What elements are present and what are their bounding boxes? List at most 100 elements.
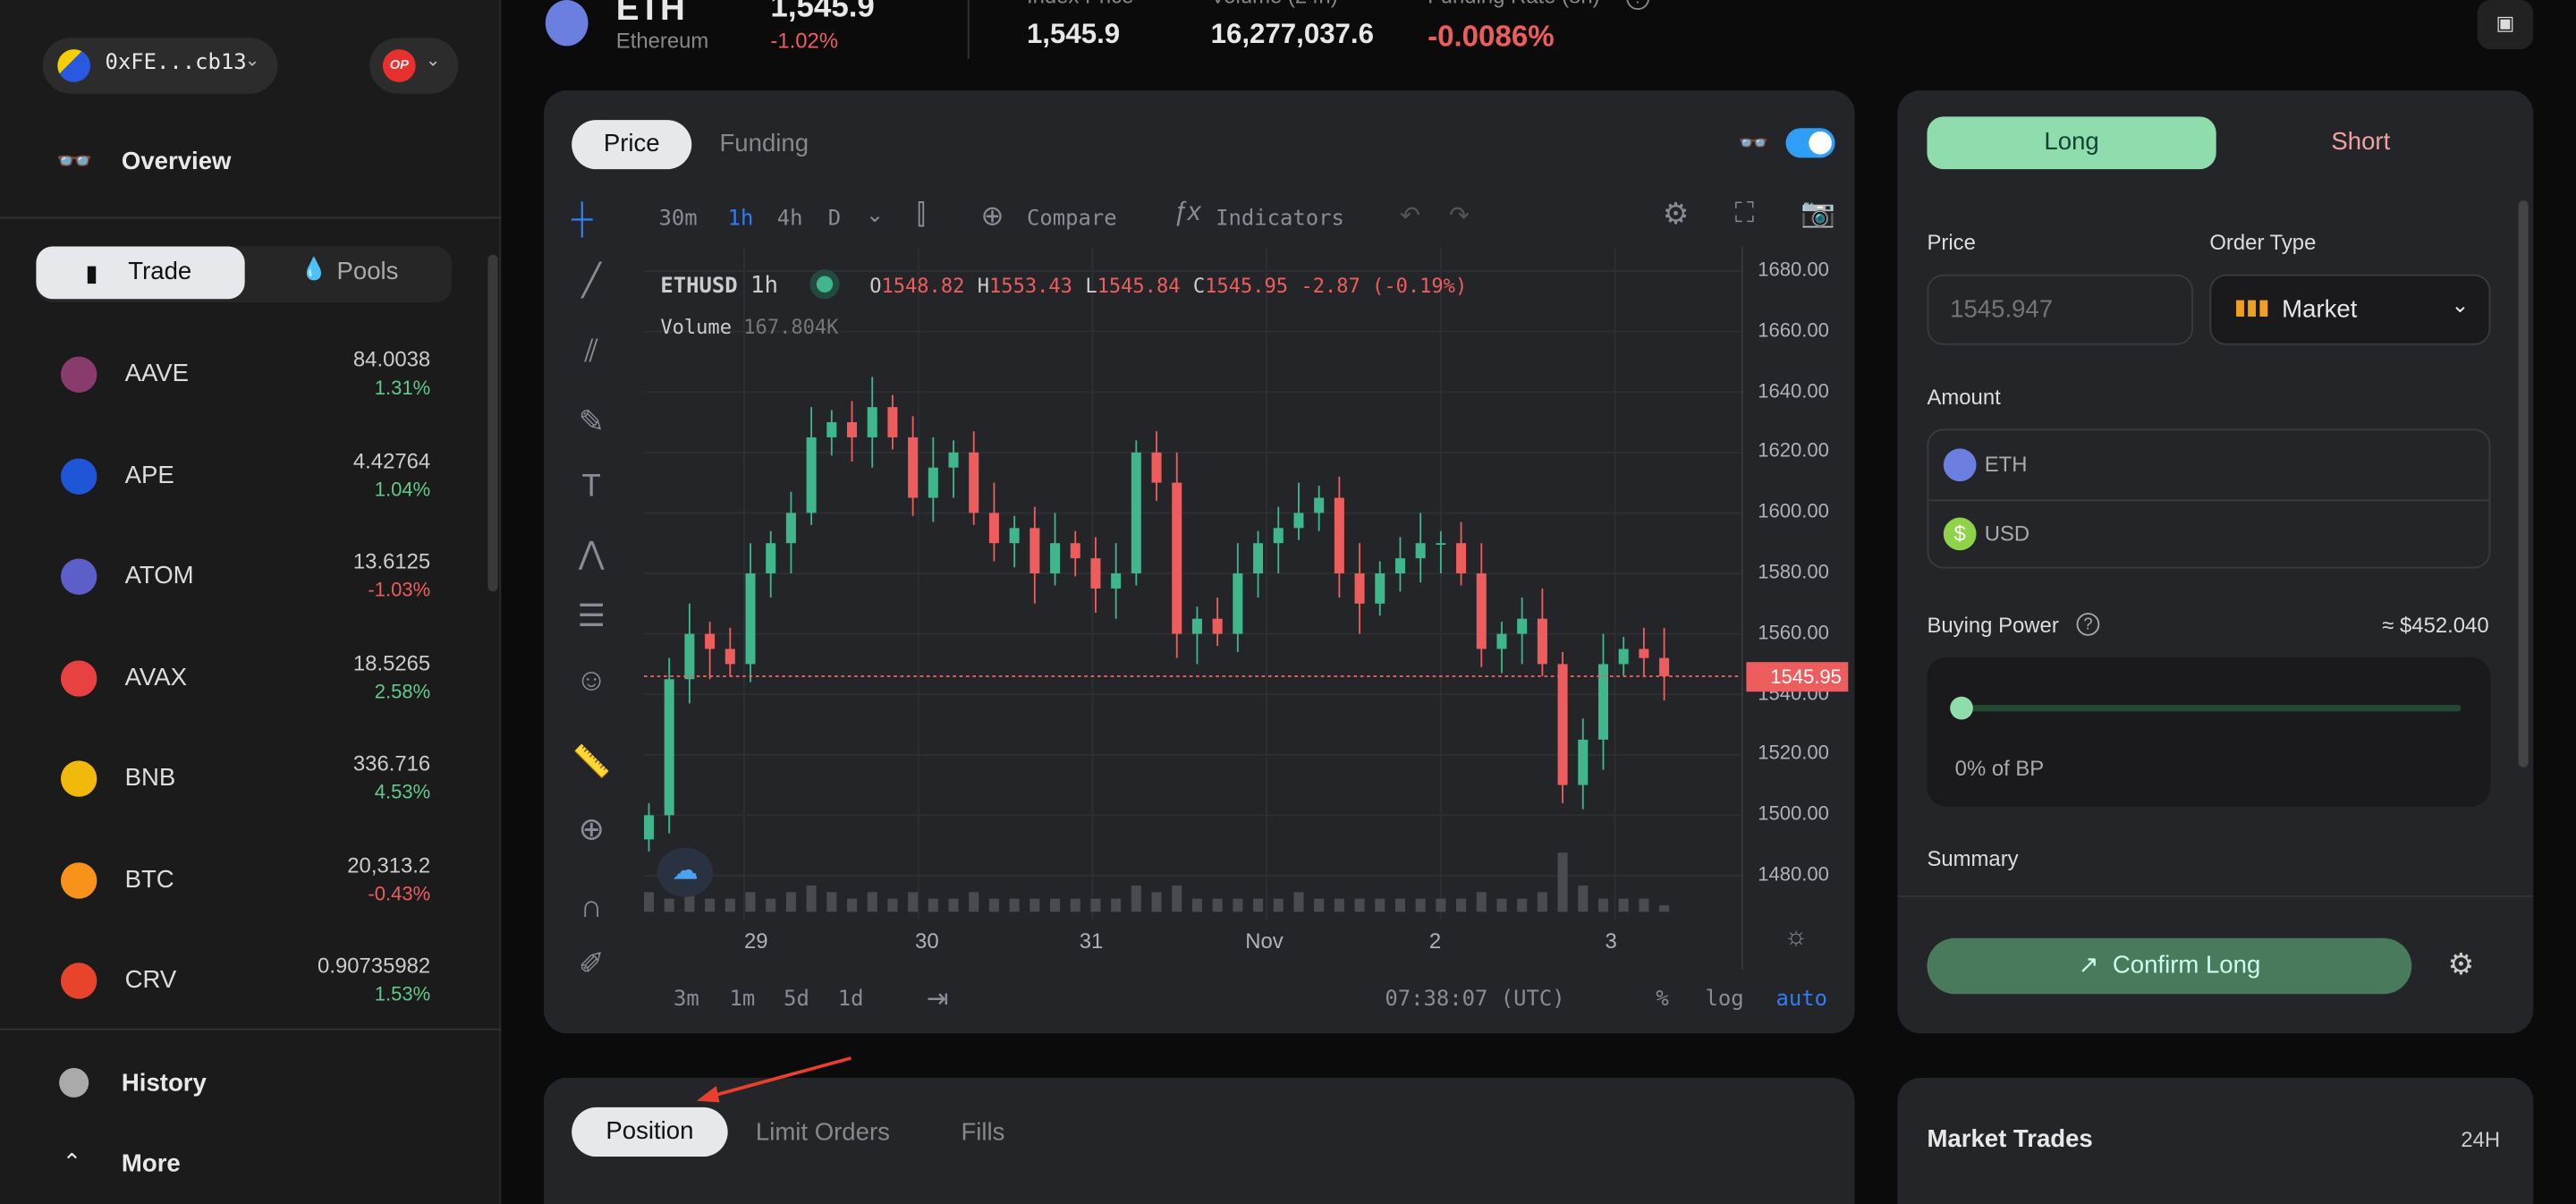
candle-body (1070, 543, 1080, 559)
text-icon[interactable]: T (565, 470, 618, 535)
candle-body (1496, 633, 1507, 649)
tab-fills[interactable]: Fills (961, 1119, 1004, 1147)
toggle-switch[interactable] (1785, 128, 1835, 158)
percent-toggle[interactable]: % (1656, 988, 1668, 1013)
gear-icon[interactable]: ⚙ (2448, 948, 2475, 983)
nav-history[interactable]: History (122, 1070, 207, 1098)
ruler-icon[interactable]: 📏 (565, 742, 618, 811)
range-1m[interactable]: 1m (729, 988, 755, 1013)
bp-percent: 0% of BP (1954, 755, 2045, 781)
order-type-select[interactable]: ▮▮▮ Market ⌄ (2209, 274, 2491, 345)
network-button[interactable]: OP ⌄ (369, 38, 459, 94)
emoji-icon[interactable]: ☺ (565, 664, 618, 742)
market-trades-title: Market Trades (1927, 1125, 2093, 1154)
short-tab[interactable]: Short (2216, 116, 2505, 169)
nav-overview[interactable]: Overview (122, 148, 232, 175)
market-item-ape[interactable]: APE 4.42764 1.04% (36, 437, 430, 520)
measure-lines-icon[interactable]: ☰ (565, 598, 618, 664)
interval-30m[interactable]: 30m (659, 207, 698, 232)
brush-icon[interactable]: ✎ (565, 404, 618, 470)
tab-funding[interactable]: Funding (719, 130, 809, 157)
help-icon[interactable]: ? (1626, 0, 1650, 11)
x-tick-label: 2 (1428, 928, 1442, 954)
eth-amount-input[interactable]: ETH (1985, 452, 2028, 477)
range-1d[interactable]: 1d (838, 988, 864, 1013)
volume-bar (1030, 898, 1040, 912)
range-3m[interactable]: 3m (674, 988, 699, 1013)
volume-bar (1354, 898, 1365, 912)
wallet-icon (57, 49, 91, 82)
compare-button[interactable]: Compare (1027, 207, 1117, 232)
scrollbar[interactable] (2518, 200, 2529, 767)
scrollbar[interactable] (487, 254, 498, 592)
candle-body (826, 422, 837, 437)
tab-trade[interactable]: ▮ Trade (36, 246, 245, 300)
candle-body (1314, 497, 1325, 513)
slider-thumb[interactable] (1950, 696, 1973, 720)
volume-bar (1456, 898, 1467, 912)
volume-bar (1050, 898, 1061, 912)
interval-1h[interactable]: 1h (728, 207, 754, 232)
pattern-icon[interactable]: ⋀ (565, 536, 618, 598)
interval-d[interactable]: D (828, 207, 841, 232)
plus-circle-icon[interactable]: ⊕ (981, 200, 1004, 233)
eth-icon (1943, 448, 1977, 482)
range-5d[interactable]: 5d (784, 988, 809, 1013)
volume-bar (643, 892, 655, 912)
buying-power-label: Buying Power (1927, 613, 2059, 638)
nav-more[interactable]: More (122, 1150, 181, 1178)
btc-icon (60, 861, 97, 898)
zoom-icon[interactable]: ⊕ (565, 811, 618, 890)
tab-position[interactable]: Position (572, 1106, 728, 1157)
market-item-crv[interactable]: CRV 0.90735982 1.53% (36, 943, 430, 1025)
confirm-long-button[interactable]: ↗ Confirm Long (1927, 937, 2412, 995)
fib-icon[interactable]: ⫽ (565, 335, 618, 404)
interval-4h[interactable]: 4h (777, 207, 803, 232)
volume-bar (1618, 898, 1629, 912)
tab-price[interactable]: Price (572, 120, 692, 170)
candle-body (1639, 649, 1649, 658)
sun-icon[interactable]: ☼ (1784, 923, 1809, 953)
long-tab[interactable]: Long (1927, 116, 2216, 170)
price-input[interactable] (1927, 274, 2193, 345)
volume-bar (1253, 898, 1264, 912)
market-item-btc[interactable]: BTC 20,313.2 -0.43% (36, 842, 430, 924)
fullscreen-icon[interactable]: ⛶ (1735, 197, 1755, 230)
magnet-icon[interactable]: ∩ (565, 890, 618, 945)
calendar-goto-icon[interactable]: ⇥ (927, 982, 949, 1015)
usd-amount-input[interactable]: USD (1985, 521, 2029, 546)
wallet-button[interactable]: 0xFE...cb13 ⌄ (42, 38, 278, 94)
auto-toggle[interactable]: auto (1775, 988, 1827, 1013)
market-item-avax[interactable]: AVAX 18.5265 2.58% (36, 640, 430, 722)
crosshair-icon[interactable]: ┼ (572, 202, 592, 237)
y-tick-label: 1480.00 (1758, 862, 1829, 886)
candlestick-chart[interactable] (643, 246, 1741, 920)
help-icon[interactable]: ? (2076, 613, 2100, 636)
market-price: 13.6125 (352, 548, 431, 574)
market-item-bnb[interactable]: BNB 336.716 4.53% (36, 741, 430, 823)
tab-limit-orders[interactable]: Limit Orders (756, 1119, 890, 1147)
slider-track[interactable] (1960, 704, 2462, 712)
usd-icon: $ (1943, 517, 1977, 551)
tab-pools[interactable]: 💧 Pools (245, 247, 452, 300)
log-toggle[interactable]: log (1705, 988, 1743, 1013)
market-item-atom[interactable]: ATOM 13.6125 -1.03% (36, 538, 430, 621)
volume-bar (1375, 898, 1385, 912)
indicators-button[interactable]: Indicators (1216, 207, 1344, 232)
function-icon[interactable]: ƒx (1173, 199, 1200, 228)
market-item-aave[interactable]: AAVE 84.0038 1.31% (36, 337, 430, 420)
x-tick-label: 30 (915, 928, 939, 954)
camera-icon[interactable]: 📷 (1801, 197, 1835, 230)
gear-icon[interactable]: ⚙ (1663, 197, 1690, 232)
binoculars-icon: 👓 (55, 144, 93, 178)
redo-icon[interactable]: ↷ (1449, 200, 1470, 230)
layout-icon[interactable]: ▣ (2477, 0, 2534, 50)
tradingview-logo-icon[interactable]: ☁ (657, 847, 714, 897)
candles-icon[interactable]: ⫿ (917, 199, 926, 232)
chevron-down-icon[interactable]: ⌄ (866, 202, 884, 228)
trend-line-icon[interactable]: ╱ (565, 263, 618, 335)
candle-body (1131, 452, 1141, 574)
lock-pencil-icon[interactable]: ✐ (565, 946, 618, 996)
wallet-address: 0xFE...cb13 (105, 50, 247, 76)
undo-icon[interactable]: ↶ (1400, 200, 1420, 230)
